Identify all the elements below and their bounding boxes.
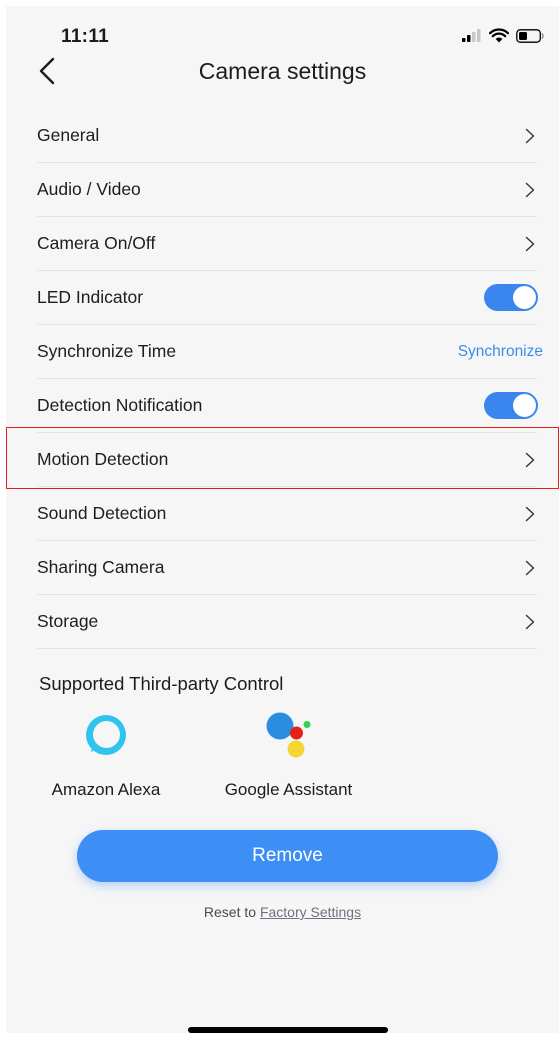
settings-row-label: General [37,125,100,145]
settings-row-label: Detection Notification [37,395,203,415]
settings-row-sound-detection[interactable]: Sound Detection [37,487,537,541]
settings-row-label: Sound Detection [37,503,167,523]
amazon-alexa-label: Amazon Alexa [51,780,161,799]
toggle-knob [513,394,536,417]
settings-row-sharing-camera[interactable]: Sharing Camera [37,541,537,595]
camera-settings-screen: 11:11 Camera settings General Audio / Vi… [6,6,559,1033]
chevron-right-icon [525,452,535,467]
toggle-knob [513,286,536,309]
settings-row-general[interactable]: General [37,109,537,163]
status-time: 11:11 [61,26,109,47]
cellular-signal-icon [462,29,481,42]
status-bar: 11:11 [6,6,559,50]
wifi-icon [489,28,509,43]
battery-icon [516,28,544,43]
home-indicator[interactable] [188,1027,388,1033]
chevron-right-icon [525,182,535,197]
led-indicator-toggle[interactable] [484,284,538,311]
chevron-right-icon [525,506,535,521]
settings-row-label: Storage [37,611,99,631]
settings-row-label: Camera On/Off [37,233,156,253]
amazon-alexa-item[interactable]: Amazon Alexa [36,708,176,800]
settings-row-label: Sharing Camera [37,557,165,577]
chevron-right-icon [525,614,535,629]
settings-list: General Audio / Video Camera On/Off LED … [37,109,543,649]
google-assistant-label: Google Assistant [224,780,353,799]
remove-button[interactable]: Remove [77,830,498,882]
google-assistant-item[interactable]: Google Assistant [206,708,371,800]
chevron-right-icon [525,236,535,251]
settings-row-audio-video[interactable]: Audio / Video [37,163,537,217]
chevron-right-icon [525,128,535,143]
settings-row-motion-detection[interactable]: Motion Detection [37,433,537,487]
settings-row-camera-on-off[interactable]: Camera On/Off [37,217,537,271]
settings-row-storage[interactable]: Storage [37,595,537,649]
third-party-title: Supported Third-party Control [39,673,284,694]
chevron-right-icon [525,560,535,575]
reset-text: Reset to Factory Settings [6,904,559,920]
page-title: Camera settings [198,58,367,84]
settings-row-synchronize-time: Synchronize Time Synchronize [37,325,543,379]
detection-notification-toggle[interactable] [484,392,538,419]
settings-row-led-indicator: LED Indicator [37,271,538,325]
settings-row-label: Motion Detection [37,449,169,469]
synchronize-link[interactable]: Synchronize [458,343,543,361]
settings-row-label: Audio / Video [37,179,141,199]
status-icons [462,28,545,43]
settings-row-detection-notification: Detection Notification [37,379,538,433]
reset-prefix: Reset to [203,904,260,920]
alexa-icon [86,715,126,755]
factory-settings-link[interactable]: Factory Settings [260,904,361,920]
header: Camera settings [6,50,559,98]
settings-row-label: Synchronize Time [37,341,177,361]
google-assistant-icon [266,712,310,758]
settings-row-label: LED Indicator [37,287,144,307]
